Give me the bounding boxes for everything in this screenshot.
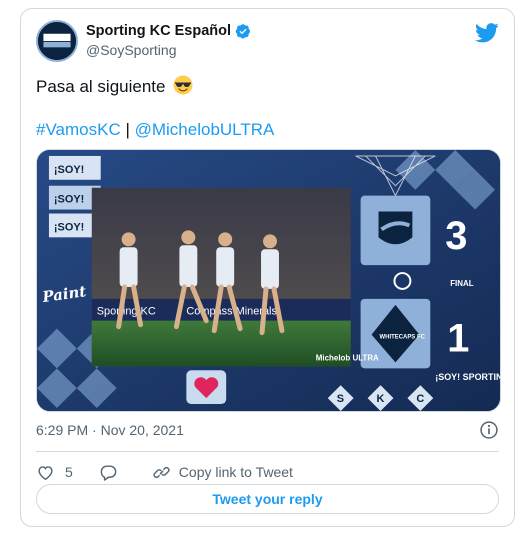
tweet-your-reply-button[interactable]: Tweet your reply [36, 484, 499, 514]
display-name-row: Sporting KC Español [86, 23, 251, 39]
sunglasses-emoji-icon [173, 75, 193, 95]
tweet-tags: #VamosKC | @MichelobULTRA [36, 119, 274, 141]
like-count: 5 [65, 464, 73, 480]
verified-badge-icon [235, 24, 250, 39]
letter-k: K [377, 393, 385, 405]
board-text-1: Sporting KC [97, 306, 156, 318]
tweet-header: Sporting KC Español @SoySporting [36, 20, 499, 66]
hashtag-link[interactable]: #VamosKC [36, 120, 121, 139]
heart-icon [38, 465, 53, 480]
tweet-body: Pasa al siguiente [36, 77, 166, 96]
copy-link-label: Copy link to Tweet [178, 464, 293, 480]
divider [36, 451, 499, 452]
twitter-bird-icon[interactable] [475, 22, 499, 44]
away-score: 1 [447, 317, 469, 361]
match-result-graphic: ¡SOY! ¡SOY! ¡SOY! Paint the Wall Sportin… [37, 150, 500, 411]
action-bar: 5 Copy link to Tweet [36, 460, 319, 484]
tag-separator: | [125, 120, 130, 139]
author-block: Sporting KC Español @SoySporting [86, 23, 251, 58]
sponsor-text: Michelob ULTRA [316, 353, 379, 362]
away-badge-text: WHITECAPS FC [380, 335, 426, 341]
user-handle[interactable]: @SoySporting [86, 42, 251, 58]
home-score: 3 [445, 214, 467, 258]
tweet-timestamp[interactable]: 6:29 PM · Nov 20, 2021 [36, 422, 184, 438]
letter-s: S [337, 393, 344, 405]
avatar-logo-icon [38, 22, 76, 60]
display-name[interactable]: Sporting KC Español [86, 23, 231, 39]
letter-c: C [416, 393, 424, 405]
reply-icon [100, 464, 117, 481]
brand-logo-text: ¡SOY! SPORTING [435, 372, 500, 382]
tweet-card: Sporting KC Español @SoySporting Pasa al… [20, 8, 515, 527]
tweet-text: Pasa al siguiente [36, 75, 193, 98]
reply-button[interactable] [99, 463, 126, 482]
svg-text:¡SOY!: ¡SOY! [54, 164, 84, 176]
copy-link-button[interactable]: Copy link to Tweet [152, 463, 293, 482]
final-label: FINAL [450, 279, 474, 288]
tweet-media[interactable]: ¡SOY! ¡SOY! ¡SOY! Paint the Wall Sportin… [36, 149, 501, 412]
avatar[interactable] [36, 20, 78, 62]
svg-text:¡SOY!: ¡SOY! [54, 194, 84, 206]
info-icon[interactable] [479, 420, 499, 440]
link-icon [153, 466, 170, 478]
mention-link[interactable]: @MichelobULTRA [135, 120, 275, 139]
like-button[interactable]: 5 [36, 463, 73, 482]
svg-text:¡SOY!: ¡SOY! [54, 221, 84, 233]
